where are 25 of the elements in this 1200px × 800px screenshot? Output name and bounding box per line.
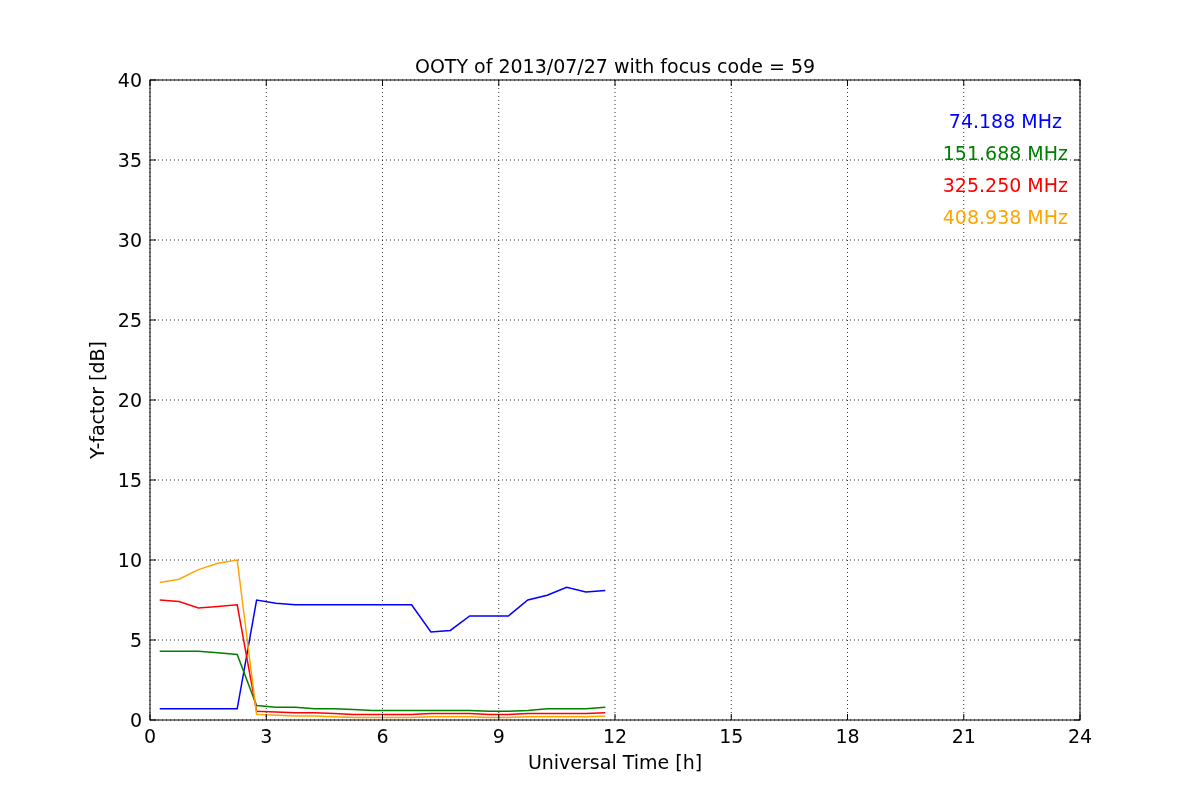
tick-label: 24 <box>1067 725 1093 747</box>
tick-label: 12 <box>602 725 628 747</box>
tick-label: 5 <box>129 629 142 651</box>
tick-label: 30 <box>117 229 142 251</box>
tick-label: 3 <box>260 725 273 747</box>
tick-label: 25 <box>117 309 142 331</box>
axis-title: Y-factor [dB] <box>86 341 108 459</box>
tick-label: 9 <box>492 725 505 747</box>
tick-label: 35 <box>117 149 142 171</box>
tick-label: 6 <box>376 725 389 747</box>
axis-title: Universal Time [h] <box>527 751 703 773</box>
tick-label: 18 <box>835 725 860 747</box>
legend-label: 325.250 MHz <box>942 174 1068 196</box>
tick-label: 20 <box>117 389 142 411</box>
tick-label: 21 <box>951 725 976 747</box>
legend-label: 151.688 MHz <box>942 142 1068 164</box>
legend-label: 408.938 MHz <box>942 206 1068 228</box>
tick-label: 15 <box>719 725 744 747</box>
tick-label: 0 <box>143 725 157 747</box>
tick-label: 10 <box>117 549 142 571</box>
tick-label: 0 <box>129 709 142 731</box>
chart-title: OOTY of 2013/07/27 with focus code = 59 <box>414 55 816 77</box>
tick-label: 15 <box>117 469 142 491</box>
tick-label: 40 <box>117 69 142 91</box>
legend-label: 74.188 MHz <box>948 110 1062 132</box>
